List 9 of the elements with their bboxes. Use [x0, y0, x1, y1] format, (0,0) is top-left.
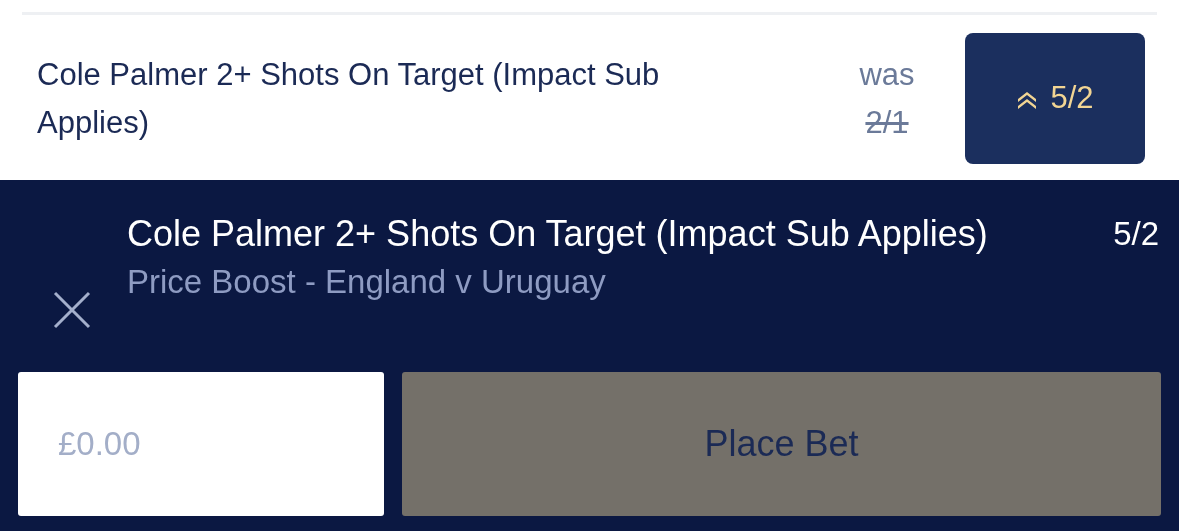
was-label: was — [859, 55, 915, 94]
bet-odds: 5/2 — [1113, 214, 1159, 254]
bet-title: Cole Palmer 2+ Shots On Target (Impact Sub Applies) — [127, 212, 989, 256]
bet-subtitle: Price Boost - England v Uruguay — [127, 262, 607, 302]
was-price: 2/1 — [865, 103, 909, 142]
stake-field[interactable]: £0.00 — [18, 372, 384, 516]
close-icon[interactable] — [52, 290, 92, 330]
selection-name: Cole Palmer 2+ Shots On Target (Impact Sub Applies) — [37, 55, 661, 142]
boosted-price-button[interactable]: 5/2 — [965, 33, 1145, 164]
